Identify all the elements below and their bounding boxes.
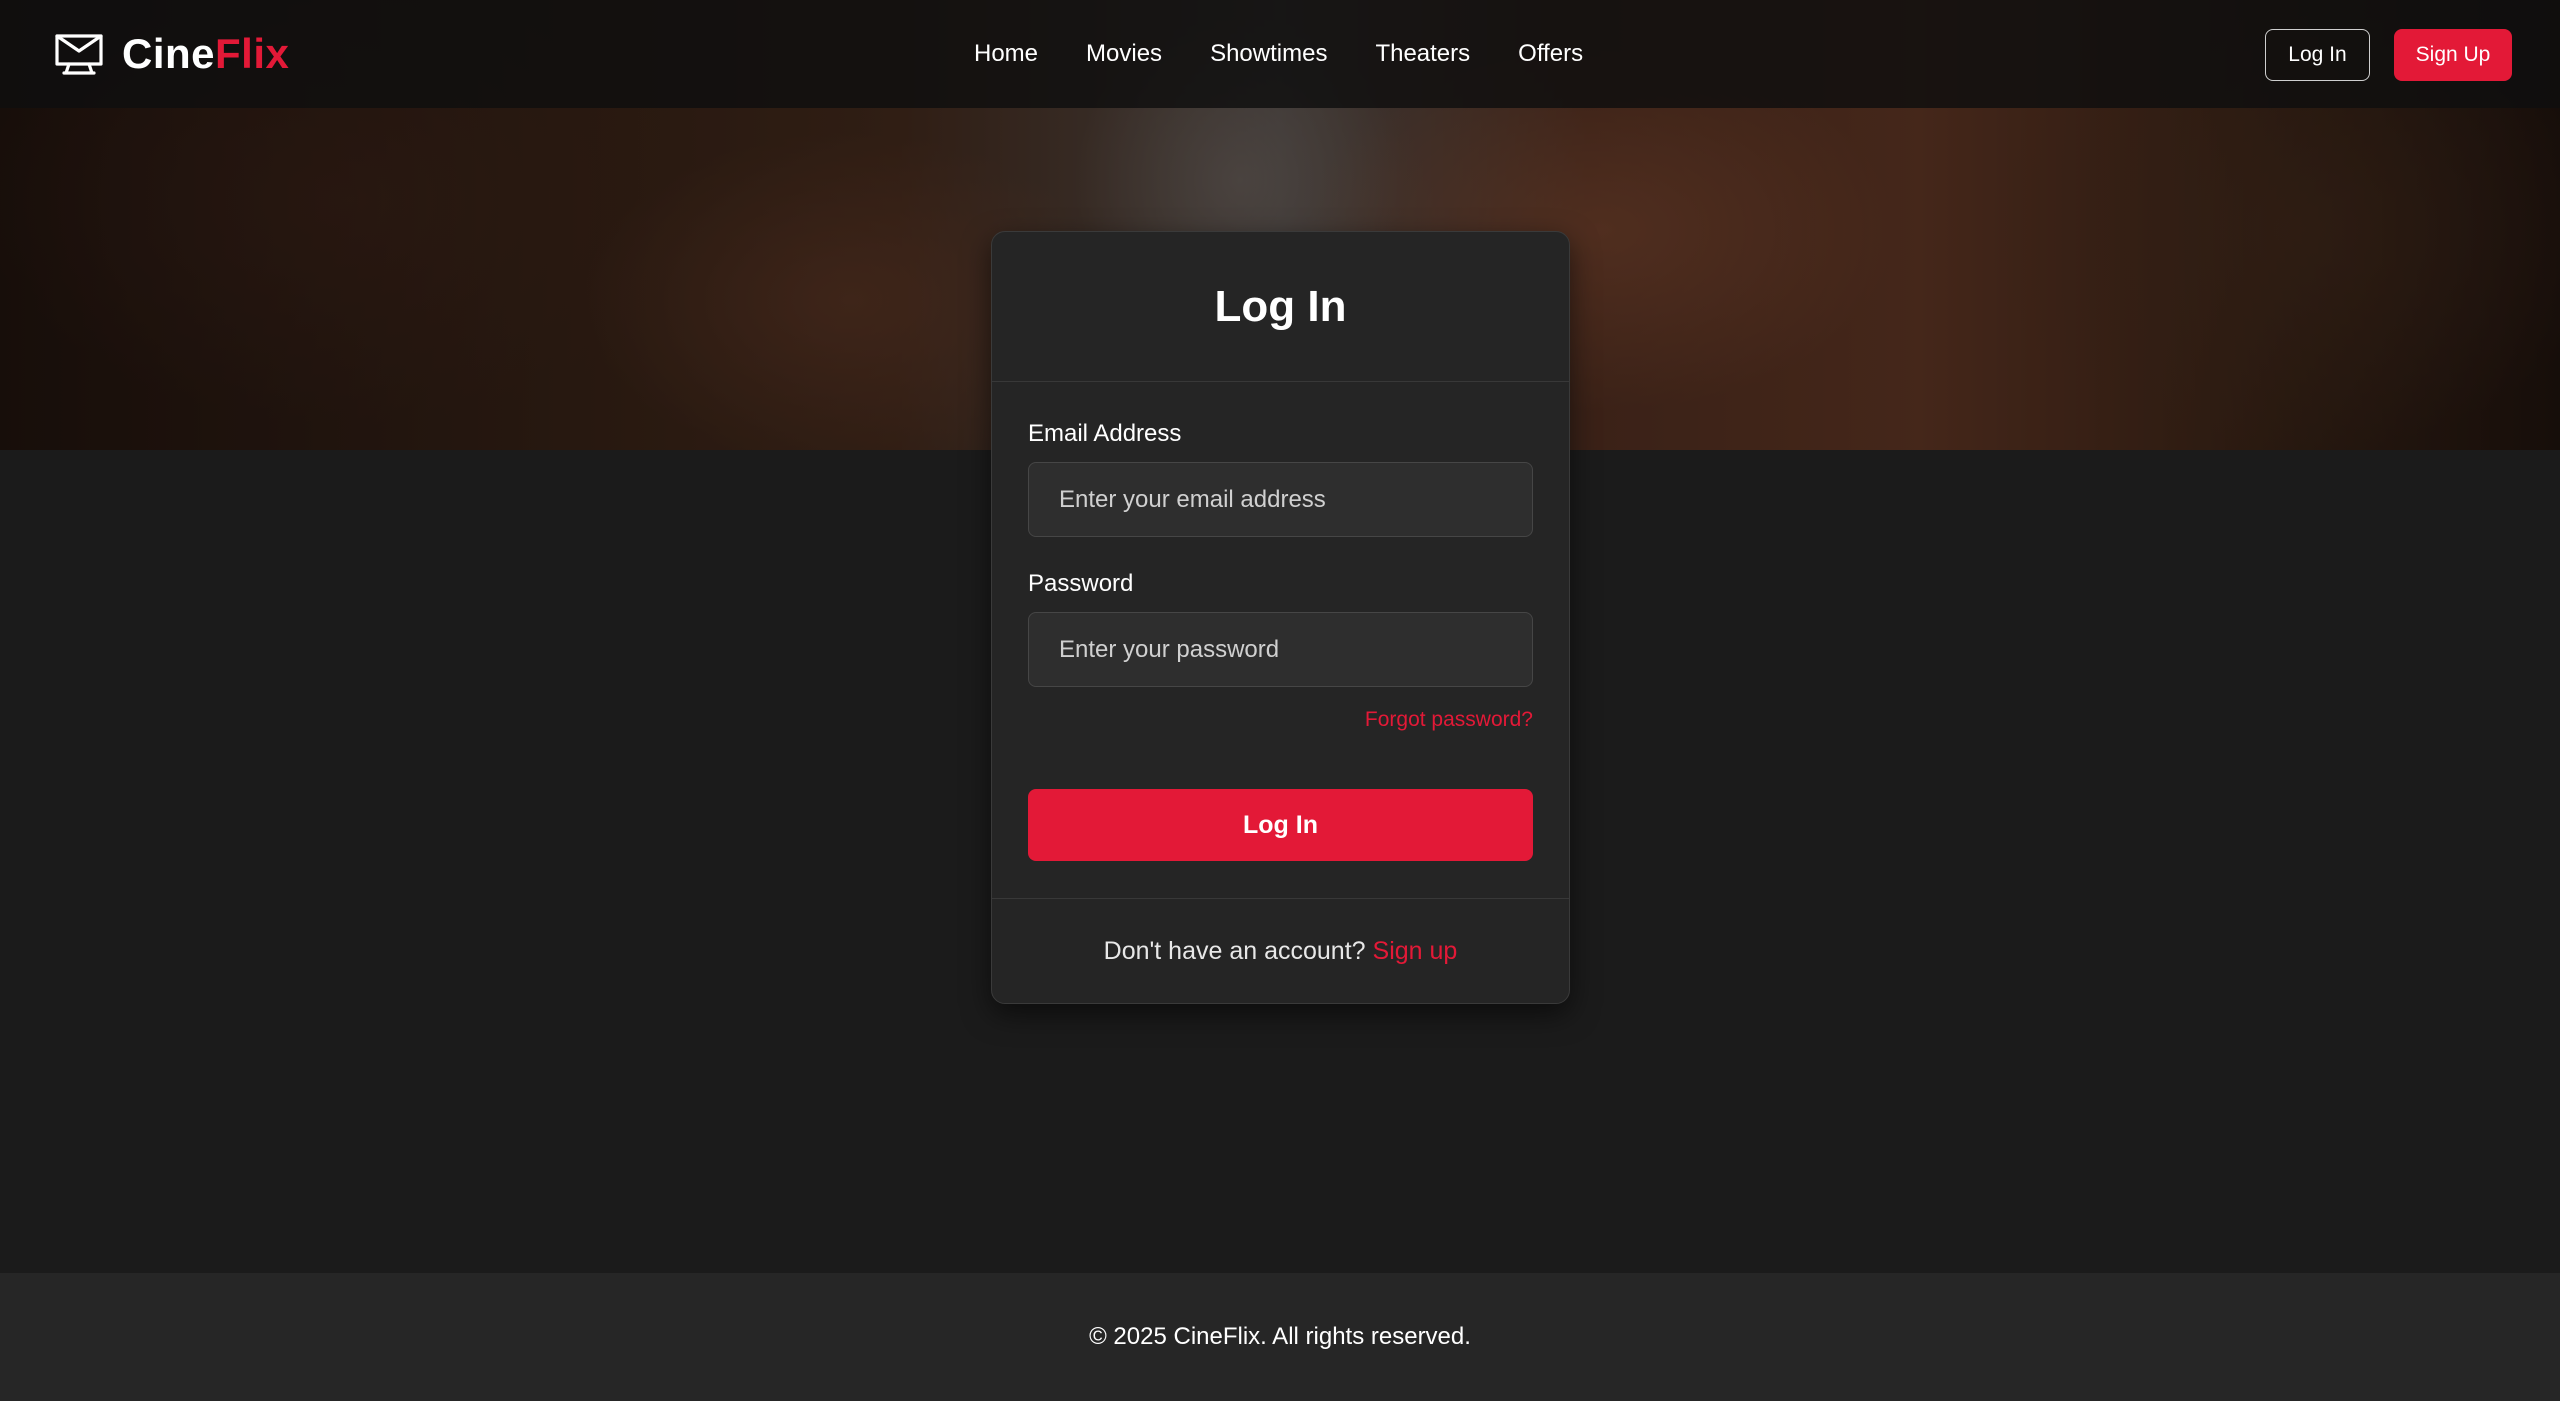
login-card-footer: Don't have an account? Sign up [992,899,1569,1003]
login-card: Log In Email Address Password Forgot pas… [991,231,1570,1004]
no-account-text: Don't have an account? [1103,936,1366,965]
login-form: Email Address Password Forgot password? … [992,382,1569,899]
header-actions: Log In Sign Up [2265,29,2512,81]
main-nav: Home Movies Showtimes Theaters Offers [974,0,1583,108]
password-label: Password [1028,570,1134,597]
forgot-password-row: Forgot password? [1028,708,1533,732]
copyright-text: © 2025 CineFlix. All rights reserved. [1089,1323,1471,1350]
nav-item-theaters[interactable]: Theaters [1375,40,1470,68]
password-input[interactable] [1028,612,1533,687]
brand-name-part2: Flix [215,30,290,77]
cinema-screen-icon [54,32,104,76]
nav-item-offers[interactable]: Offers [1518,40,1583,68]
signup-link[interactable]: Sign up [1373,937,1458,966]
login-card-header: Log In [992,232,1569,382]
nav-item-showtimes[interactable]: Showtimes [1210,40,1327,68]
header-login-button[interactable]: Log In [2265,29,2370,81]
login-submit-button[interactable]: Log In [1028,789,1533,861]
email-field-group: Email Address [1028,420,1533,537]
email-label: Email Address [1028,420,1182,447]
nav-item-movies[interactable]: Movies [1086,40,1162,68]
site-header: CineFlix Home Movies Showtimes Theaters … [0,0,2560,108]
password-field-group: Password [1028,570,1533,687]
nav-item-home[interactable]: Home [974,40,1038,68]
brand-name: CineFlix [122,30,289,78]
header-signup-button[interactable]: Sign Up [2394,29,2512,81]
brand-logo[interactable]: CineFlix [54,30,289,78]
email-input[interactable] [1028,462,1533,537]
login-title: Log In [1214,281,1347,331]
forgot-password-link[interactable]: Forgot password? [1365,708,1533,731]
brand-name-part1: Cine [122,30,216,77]
site-footer: © 2025 CineFlix. All rights reserved. [0,1273,2560,1401]
